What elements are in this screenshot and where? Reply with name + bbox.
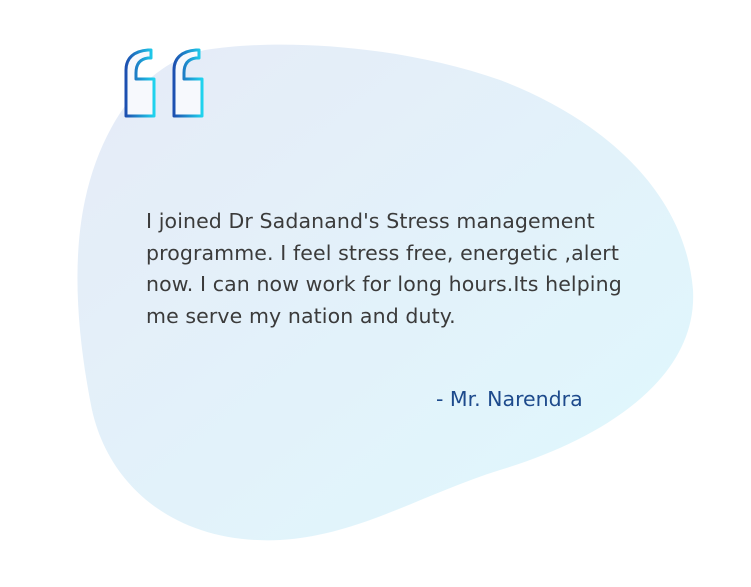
testimonial-card: I joined Dr Sadanand's Stress management… [0,0,751,587]
quote-open-icon [124,48,204,118]
testimonial-author: - Mr. Narendra [436,387,583,411]
testimonial-text: I joined Dr Sadanand's Stress management… [146,209,622,328]
